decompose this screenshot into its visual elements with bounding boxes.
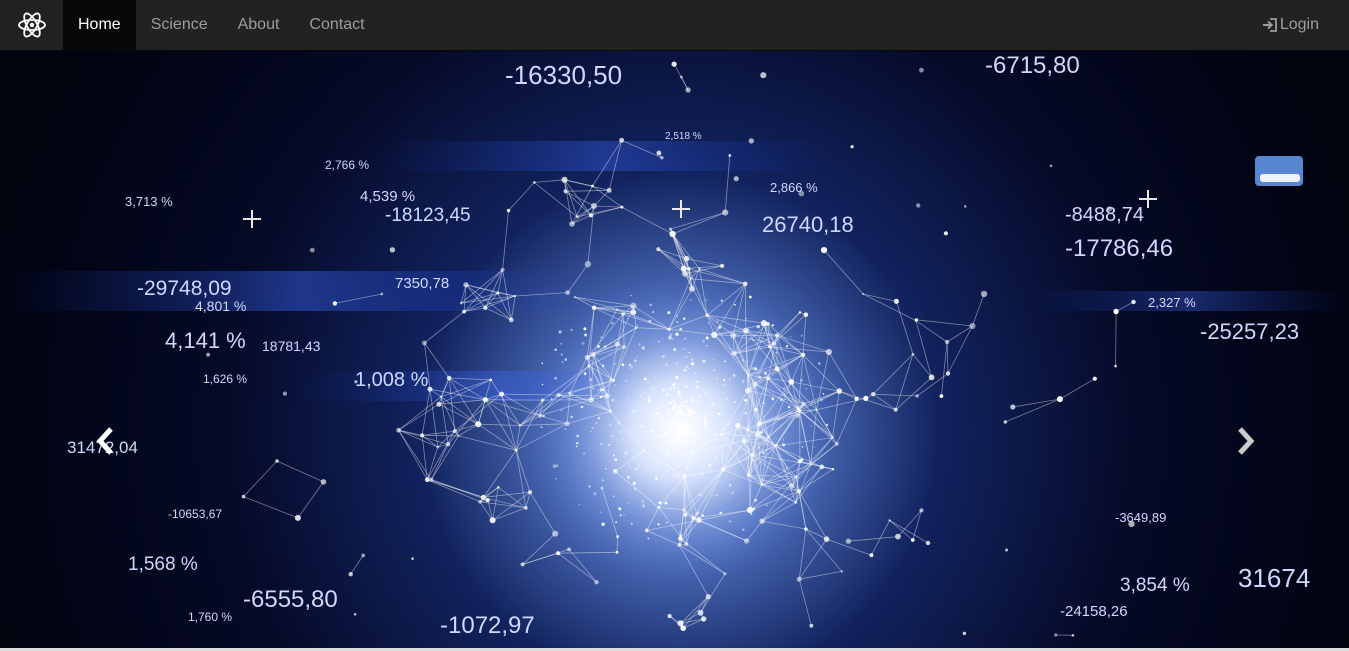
carousel-next-button[interactable] (1231, 421, 1261, 461)
nav-about[interactable]: About (223, 0, 295, 50)
figure-text: 4,801 % (195, 298, 246, 314)
login-label: Login (1279, 16, 1319, 33)
figure-text: 31674 (1238, 563, 1310, 593)
figure-text: -25257,23 (1200, 319, 1299, 344)
figure-text: 1,568 % (128, 554, 198, 575)
figure-text: 18781,43 (262, 338, 321, 354)
login-icon (1262, 18, 1277, 32)
figure-text: -29748,09 (137, 277, 232, 300)
nav-science[interactable]: Science (136, 0, 223, 50)
figure-text: -3649,89 (1115, 510, 1166, 525)
figure-text: -6555,80 (243, 586, 338, 613)
chevron-right-icon (1238, 427, 1255, 455)
figure-text: -24158,26 (1060, 603, 1128, 620)
figure-text: 3,713 % (125, 194, 173, 209)
carousel-prev-button[interactable] (90, 421, 120, 461)
figure-text: 1,626 % (203, 372, 247, 386)
figure-text: -8488,74 (1065, 204, 1144, 226)
figure-text: 3,854 % (1120, 575, 1190, 596)
nav-contact[interactable]: Contact (294, 0, 379, 50)
chevron-left-icon (96, 427, 113, 455)
figure-text: 2,866 % (770, 180, 818, 195)
figure-text: 2,518 % (665, 131, 702, 142)
top-navbar: Home Science About Contact Login (0, 0, 1349, 51)
figure-text: 2,327 % (1148, 295, 1196, 310)
figure-text: 1,008 % (355, 369, 429, 391)
figure-text: -10653,67 (168, 507, 222, 521)
figure-text: 7350,78 (395, 275, 449, 292)
main-nav: Home Science About Contact (63, 0, 380, 50)
brand-logo[interactable] (0, 0, 63, 50)
figure-text: 2,766 % (325, 158, 369, 172)
figure-text: -17786,46 (1065, 235, 1173, 262)
figure-text: -1072,97 (440, 612, 535, 639)
figure-text: 4,539 % (360, 188, 415, 205)
figure-text: -6715,80 (985, 52, 1080, 79)
figure-text: -18123,45 (385, 205, 471, 226)
login-link[interactable]: Login (1262, 0, 1349, 50)
atom-icon (17, 12, 46, 38)
hero-carousel: -16330,50 -6715,80 2,766 % 4,539 % -1812… (0, 51, 1349, 651)
figure-text: 26740,18 (762, 212, 854, 237)
figure-text: 4,141 % (165, 328, 246, 353)
figure-text: -16330,50 (505, 60, 622, 90)
figure-text: 1,760 % (188, 610, 232, 624)
network-sphere-image: -16330,50 -6715,80 2,766 % 4,539 % -1812… (0, 52, 1349, 639)
nav-home[interactable]: Home (63, 0, 136, 50)
